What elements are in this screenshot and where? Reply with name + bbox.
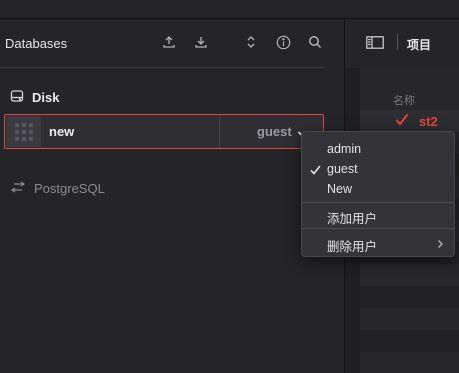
postgresql-label: PostgreSQL	[34, 180, 105, 196]
checkmark-icon	[395, 113, 409, 129]
menu-separator	[302, 228, 454, 229]
project-row-selected[interactable]	[360, 110, 459, 132]
menu-item-add-user[interactable]: 添加用户	[302, 205, 454, 226]
user-dropdown-menu: admin guest New 添加用户 删除用户	[301, 131, 455, 257]
connection-arrows-icon	[10, 181, 26, 196]
database-thumbnail	[6, 116, 41, 147]
chevron-right-icon	[437, 238, 444, 252]
project-header	[345, 19, 459, 68]
list-row	[360, 286, 459, 308]
disk-section[interactable]: Disk	[10, 88, 59, 106]
database-user-dropdown[interactable]: guest	[257, 124, 292, 139]
database-name: new	[49, 124, 75, 139]
upload-icon[interactable]	[160, 33, 178, 51]
window-top-bar	[0, 0, 459, 19]
databases-header: Databases	[0, 19, 324, 68]
disk-label: Disk	[32, 89, 60, 105]
database-entry[interactable]: new guest	[4, 114, 324, 149]
sidebar-toggle-icon[interactable]	[366, 36, 384, 52]
column-header-name[interactable]: 名称	[393, 92, 415, 108]
search-icon[interactable]	[306, 33, 324, 51]
download-icon[interactable]	[192, 33, 210, 51]
menu-item-admin[interactable]: admin	[302, 139, 454, 159]
info-icon[interactable]	[274, 33, 292, 51]
entry-divider	[219, 115, 220, 148]
postgresql-section[interactable]: PostgreSQL	[10, 179, 105, 197]
databases-title: Databases	[5, 36, 68, 51]
list-row	[360, 330, 459, 352]
sort-icon[interactable]	[242, 33, 260, 51]
menu-item-guest[interactable]: guest	[302, 159, 454, 179]
menu-separator	[302, 202, 454, 203]
header-separator	[397, 34, 398, 50]
project-title: 项目	[407, 38, 432, 52]
check-icon	[310, 164, 321, 178]
disk-icon	[10, 89, 24, 106]
menu-item-new[interactable]: New	[302, 179, 454, 199]
menu-item-delete-user[interactable]: 删除用户	[302, 233, 454, 254]
selected-project-name: st2	[419, 114, 438, 129]
